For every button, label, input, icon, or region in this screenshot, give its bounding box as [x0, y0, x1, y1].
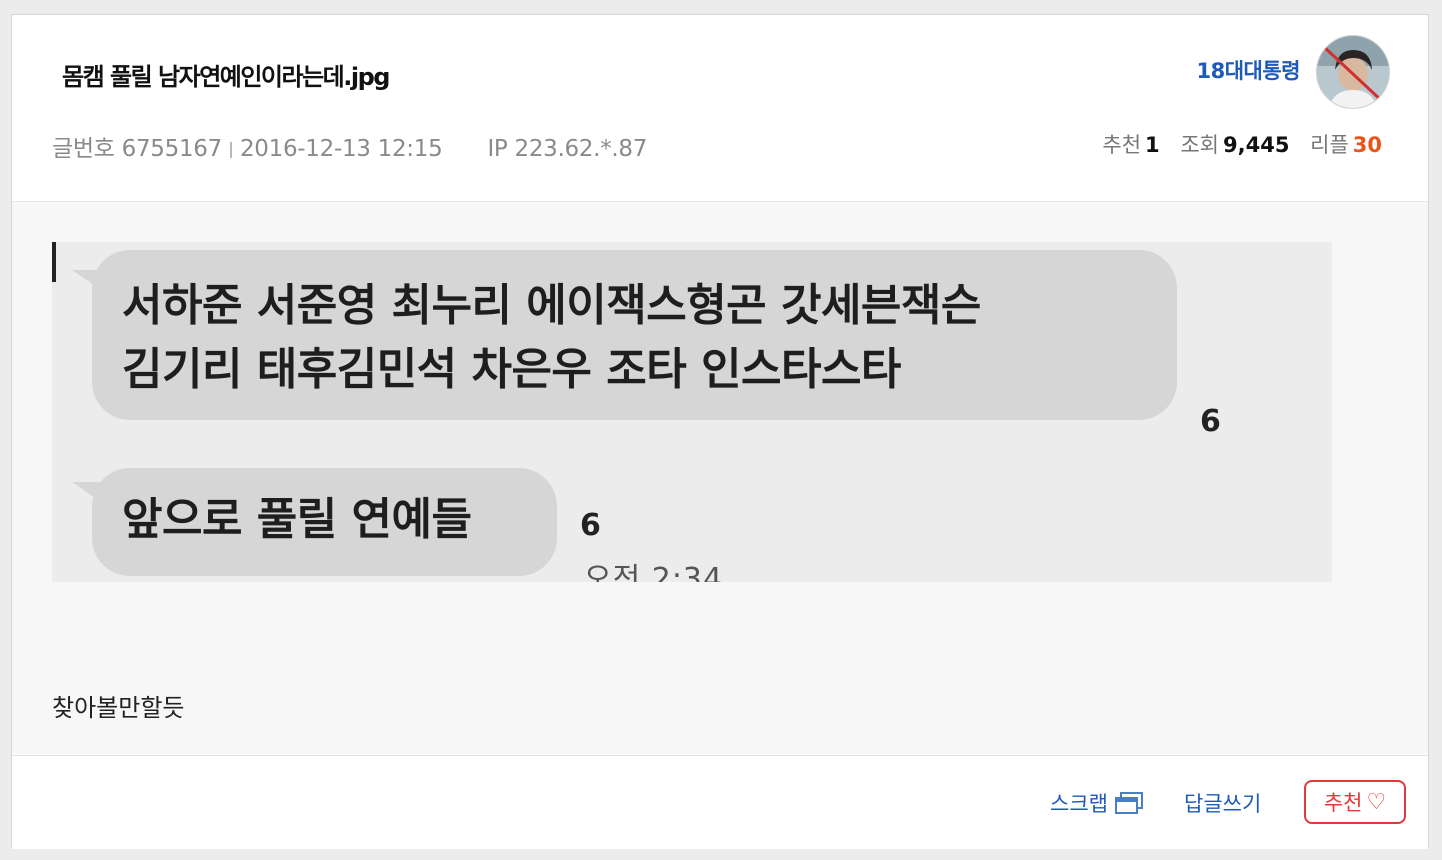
- chat-bubble-line: 김기리 태후김민석 차은우 조타 인스타스타: [122, 344, 901, 395]
- avatar[interactable]: [1316, 35, 1390, 109]
- message-time: 오전 2:34: [584, 562, 724, 582]
- unread-count: 6: [580, 508, 601, 543]
- replies-count: 30: [1352, 133, 1382, 157]
- heart-icon: ♡: [1366, 789, 1387, 815]
- replies-label: 리플: [1310, 133, 1349, 157]
- post-card: 몸캠 풀릴 남자연예인이라는데.jpg 글번호 6755167 2016-12-1…: [11, 14, 1429, 849]
- post-content-text: 찾아볼만할듯: [52, 694, 185, 722]
- avatar-image-icon: [1317, 36, 1389, 108]
- chat-bubble-line: 서하준 서준영 최누리 에이잭스형곤 갓세븐잭슨: [122, 280, 981, 331]
- post-datetime: 2016-12-13 12:15: [239, 136, 443, 162]
- recommend-count: 1: [1145, 133, 1160, 157]
- recommend-label: 추천: [1102, 133, 1142, 157]
- views-count: 9,445: [1223, 133, 1290, 157]
- recommend-button-label: 추천: [1323, 791, 1363, 815]
- post-body: 서하준 서준영 최누리 에이잭스형곤 갓세븐잭슨 김기리 태후김민석 차은우 조…: [12, 202, 1428, 754]
- post-header: 몸캠 풀릴 남자연예인이라는데.jpg 글번호 6755167 2016-12-1…: [12, 15, 1428, 202]
- scrap-button[interactable]: 스크랩: [1050, 788, 1144, 818]
- recommend-button[interactable]: 추천 ♡: [1304, 780, 1406, 824]
- post-stats: 추천 1 조회 9,445 리플 30: [1102, 129, 1382, 159]
- scrap-icon: [1114, 792, 1144, 814]
- post-actions: 스크랩 답글쓰기 추천 ♡: [12, 755, 1428, 849]
- post-meta: 글번호 6755167 2016-12-13 12:15 IP 223.62.*.…: [52, 129, 647, 163]
- attached-image: 서하준 서준영 최누리 에이잭스형곤 갓세븐잭슨 김기리 태후김민석 차은우 조…: [52, 242, 1332, 582]
- post-number-label: 글번호: [52, 136, 115, 162]
- chat-bubble-line: 앞으로 풀릴 연예들: [122, 494, 472, 545]
- views-label: 조회: [1180, 133, 1219, 157]
- scrap-label: 스크랩: [1050, 792, 1108, 816]
- author-name[interactable]: 18대대통령: [1196, 55, 1300, 85]
- chat-bubble: 앞으로 풀릴 연예들: [92, 468, 557, 576]
- meta-divider: [229, 141, 232, 158]
- reply-button[interactable]: 답글쓰기: [1184, 788, 1261, 818]
- chat-bubble: 서하준 서준영 최누리 에이잭스형곤 갓세븐잭슨 김기리 태후김민석 차은우 조…: [92, 250, 1177, 420]
- post-number: 6755167: [121, 136, 223, 162]
- post-ip: IP 223.62.*.87: [487, 136, 648, 162]
- post-title: 몸캠 풀릴 남자연예인이라는데.jpg: [62, 63, 390, 91]
- image-edge: [52, 242, 56, 282]
- unread-count: 6: [1200, 404, 1221, 439]
